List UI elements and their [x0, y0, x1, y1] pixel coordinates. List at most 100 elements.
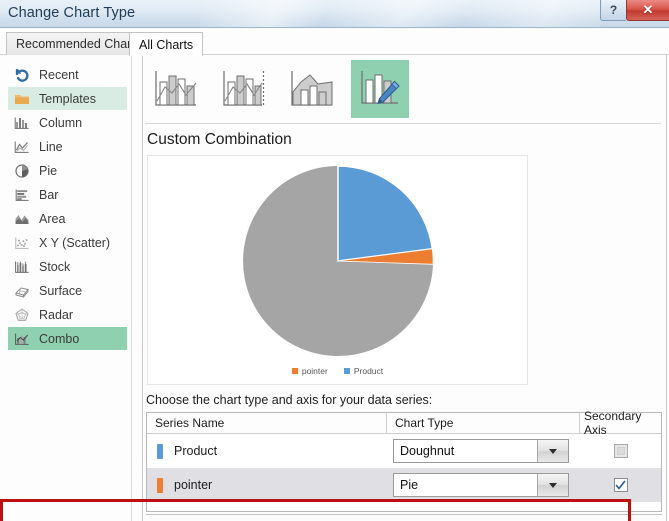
close-icon: ✕: [642, 2, 654, 17]
undo-arrow-icon: [15, 68, 29, 82]
chart-legend: pointer Product: [148, 366, 527, 376]
close-button[interactable]: ✕: [626, 0, 669, 21]
clustered-column-line-icon: [155, 71, 197, 106]
series-table: Series Name Chart Type Secondary Axis Pr…: [146, 409, 662, 512]
chart-type-cell: Pie: [387, 468, 580, 502]
series-name-label: pointer: [174, 478, 213, 492]
radar-chart-icon: [15, 307, 29, 321]
series-color-marker: [157, 477, 163, 493]
sidebar-item-pie[interactable]: Pie: [8, 159, 127, 182]
line-chart-icon: [14, 141, 29, 153]
chart-type-dropdown-product[interactable]: Doughnut: [393, 439, 569, 463]
sidebar-item-radar[interactable]: Radar: [8, 303, 127, 326]
series-name-cell: Product: [147, 434, 387, 468]
column-chart-icon: [14, 117, 29, 129]
chevron-down-icon[interactable]: [537, 440, 568, 462]
change-chart-type-dialog: Change Chart Type ? ✕ Recommended Charts…: [0, 0, 669, 521]
pie-slice-product: [336, 165, 433, 262]
thumbnail-clustered-column-line[interactable]: [147, 60, 205, 118]
chart-type-value: Pie: [400, 478, 419, 492]
pie-chart: [242, 165, 433, 359]
sidebar-item-label: X Y (Scatter): [39, 235, 111, 250]
sidebar-item-label: Templates: [39, 91, 96, 106]
sidebar-item-stock[interactable]: Stock: [8, 255, 127, 278]
stacked-area-clustered-column-icon: [291, 71, 333, 106]
legend-item-product: Product: [343, 366, 384, 376]
sidebar-item-label: Surface: [39, 283, 83, 298]
sidebar-item-label: Combo: [39, 331, 80, 346]
sidebar-item-label: Line: [39, 139, 63, 154]
series-color-marker: [157, 443, 163, 459]
thumbnail-custom-combination[interactable]: [351, 60, 409, 118]
thumbnail-divider: [145, 123, 661, 124]
combo-thumbnail-list: [147, 60, 409, 118]
chart-type-cell: Doughnut: [387, 434, 580, 468]
sidebar-item-recent[interactable]: Recent: [8, 63, 127, 86]
pie-chart-svg: [242, 165, 433, 356]
sidebar-divider: [131, 55, 132, 521]
sidebar-item-label: Column: [39, 115, 83, 130]
table-row[interactable]: pointer Pie: [147, 468, 661, 502]
thumbnail-stacked-area-clustered-column[interactable]: [283, 60, 341, 118]
window-controls: ? ✕: [600, 0, 669, 22]
help-button[interactable]: ?: [600, 0, 626, 21]
legend-label: pointer: [301, 366, 328, 376]
legend-swatch-pointer: [291, 368, 298, 374]
bar-chart-icon: [15, 189, 29, 201]
column-header-series-name: Series Name: [147, 413, 387, 433]
series-table-header: Series Name Chart Type Secondary Axis: [147, 409, 661, 437]
title-bar: Change Chart Type ? ✕: [0, 0, 669, 28]
chart-category-sidebar: Recent Templates Column Line Pie Bar Are…: [0, 55, 131, 521]
chart-options-pane: Custom Combination pointer Product Choos…: [143, 55, 666, 521]
right-edge-divider: [666, 55, 667, 521]
series-name-label: Product: [174, 444, 218, 458]
table-bottom-rule: [146, 514, 662, 515]
clustered-column-line-secondary-axis-icon: [223, 71, 265, 106]
surface-chart-icon: [15, 286, 29, 298]
tab-strip: Recommended Charts All Charts: [0, 28, 669, 56]
secondary-axis-cell: [580, 434, 661, 468]
chevron-down-icon[interactable]: [537, 474, 568, 496]
sidebar-item-label: Area: [39, 211, 66, 226]
stock-chart-icon: [15, 261, 29, 273]
tab-label: Recommended Charts: [16, 37, 142, 51]
sidebar-item-label: Pie: [39, 163, 58, 178]
chart-type-title: Custom Combination: [147, 131, 292, 148]
sidebar-item-area[interactable]: Area: [8, 207, 127, 230]
secondary-axis-checkbox-pointer[interactable]: [613, 478, 628, 492]
scatter-chart-icon: [15, 237, 29, 249]
sidebar-item-label: Stock: [39, 259, 71, 274]
chart-preview[interactable]: pointer Product: [147, 155, 528, 385]
checkmark-icon: [615, 480, 626, 489]
column-header-chart-type: Chart Type: [387, 413, 580, 433]
thumbnail-clustered-column-line-secondary-axis[interactable]: [215, 60, 273, 118]
sidebar-item-xy-scatter[interactable]: X Y (Scatter): [8, 231, 127, 254]
folder-icon: [15, 94, 29, 104]
legend-item-pointer: pointer: [291, 366, 328, 376]
sidebar-item-line[interactable]: Line: [8, 135, 127, 158]
legend-swatch-product: [343, 368, 350, 374]
sidebar-item-surface[interactable]: Surface: [8, 279, 127, 302]
secondary-axis-checkbox-product[interactable]: [613, 444, 628, 458]
custom-combination-icon: [361, 71, 400, 105]
secondary-axis-cell: [580, 468, 661, 502]
column-header-secondary-axis: Secondary Axis: [584, 409, 642, 437]
sidebar-item-label: Radar: [39, 307, 74, 322]
sidebar-item-combo[interactable]: Combo: [8, 327, 127, 350]
tab-all-charts[interactable]: All Charts: [129, 32, 204, 56]
tab-label: All Charts: [139, 37, 194, 52]
window-title: Change Chart Type: [8, 5, 136, 21]
combo-chart-icon: [15, 333, 29, 345]
sidebar-item-templates[interactable]: Templates: [8, 87, 127, 110]
legend-label: Product: [353, 366, 384, 376]
sidebar-item-bar[interactable]: Bar: [8, 183, 127, 206]
chart-type-dropdown-pointer[interactable]: Pie: [393, 473, 569, 497]
chart-type-value: Doughnut: [400, 444, 455, 458]
sidebar-item-label: Recent: [39, 67, 79, 82]
area-chart-icon: [15, 214, 29, 224]
question-mark-icon: ?: [609, 3, 618, 17]
table-row[interactable]: Product Doughnut: [147, 434, 661, 468]
series-instruction-label: Choose the chart type and axis for your …: [146, 393, 433, 407]
dialog-content: Recent Templates Column Line Pie Bar Are…: [0, 55, 669, 521]
sidebar-item-column[interactable]: Column: [8, 111, 127, 134]
